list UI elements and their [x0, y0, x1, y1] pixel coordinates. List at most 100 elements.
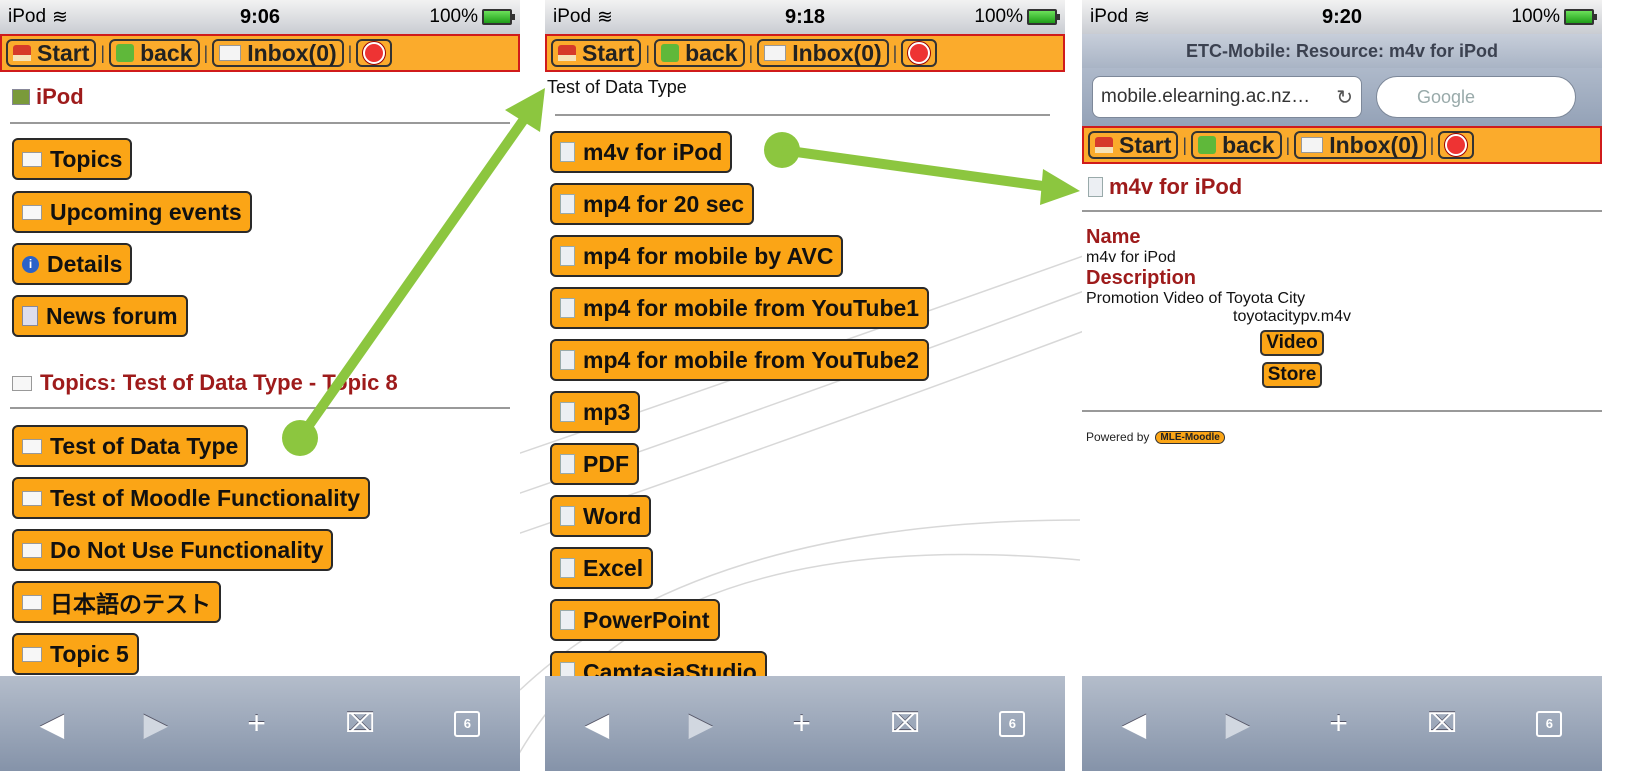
mail-icon	[219, 45, 242, 61]
status-bar: iPod ≋ 9:20 100%	[1082, 0, 1602, 34]
breadcrumb[interactable]: Test of Data Type	[545, 72, 1065, 102]
breadcrumb[interactable]: iPod	[0, 72, 520, 122]
status-bar: iPod ≋ 9:18 100%	[545, 0, 1065, 34]
carrier-label: iPod	[8, 6, 47, 27]
topic-button-test-of-data-type[interactable]: Test of Data Type	[12, 425, 249, 467]
resource-mp4-20-sec[interactable]: mp4 for 20 sec	[550, 183, 755, 225]
file-icon	[560, 350, 575, 370]
start-button[interactable]: Start	[551, 39, 642, 67]
file-icon	[560, 402, 575, 422]
mle-moodle-link[interactable]: MLE-Moodle	[1155, 430, 1225, 444]
add-bookmark-icon[interactable]: +	[247, 705, 266, 742]
folder-icon	[22, 542, 42, 558]
carrier-label: iPod	[553, 6, 592, 27]
resource-word[interactable]: Word	[550, 495, 652, 537]
resource-mp4-youtube2[interactable]: mp4 for mobile from YouTube2	[550, 339, 930, 381]
reload-icon[interactable]: ↻	[1336, 85, 1353, 110]
tabs-icon[interactable]: 6	[1536, 710, 1563, 737]
back-button[interactable]: back	[654, 39, 745, 67]
menu-upcoming-events-button[interactable]: Upcoming events	[12, 191, 252, 233]
divider	[555, 114, 1050, 116]
resource-m4v-for-ipod[interactable]: m4v for iPod	[550, 131, 733, 173]
menu-topics-button[interactable]: Topics	[12, 138, 133, 180]
browser-page-title: ETC-Mobile: Resource: m4v for iPod	[1082, 34, 1602, 68]
logout-button[interactable]	[901, 39, 938, 67]
logout-button[interactable]	[356, 39, 393, 67]
back-arrow-icon[interactable]: ◀	[1122, 705, 1147, 743]
footer: Powered by MLE-Moodle	[1082, 430, 1602, 444]
resource-powerpoint[interactable]: PowerPoint	[550, 599, 720, 641]
section-icon	[12, 375, 32, 391]
inbox-button[interactable]: Inbox(0)	[212, 39, 344, 67]
topic-button-do-not-use-functionality[interactable]: Do Not Use Functionality	[12, 529, 334, 571]
divider	[10, 407, 510, 409]
battery-percent: 100%	[974, 6, 1023, 27]
resource-mp4-youtube1[interactable]: mp4 for mobile from YouTube1	[550, 287, 930, 329]
folder-icon	[22, 594, 42, 610]
file-icon	[560, 194, 575, 214]
carrier-label: iPod	[1090, 6, 1129, 27]
url-field[interactable]: mobile.elearning.ac.nz… ↻	[1092, 76, 1362, 118]
add-bookmark-icon[interactable]: +	[1329, 705, 1348, 742]
topic-button-topic-5[interactable]: Topic 5	[12, 633, 139, 675]
tabs-icon[interactable]: 6	[454, 710, 481, 737]
forward-arrow-icon[interactable]: ▶	[1225, 705, 1250, 743]
status-bar: iPod ≋ 9:06 100%	[0, 0, 520, 34]
back-button[interactable]: back	[1191, 131, 1282, 159]
inbox-button[interactable]: Inbox(0)	[757, 39, 889, 67]
wifi-icon: ≋	[597, 6, 613, 28]
file-icon	[560, 558, 575, 578]
power-icon	[363, 42, 386, 64]
store-button[interactable]: Store	[1261, 362, 1323, 388]
battery-percent: 100%	[1511, 6, 1560, 27]
forward-arrow-icon[interactable]: ▶	[143, 705, 168, 743]
inbox-button[interactable]: Inbox(0)	[1294, 131, 1426, 159]
logout-button[interactable]	[1438, 131, 1475, 159]
calendar-icon	[22, 204, 42, 220]
section-title: Topics: Test of Data Type - Topic 8	[12, 370, 398, 396]
news-icon	[22, 306, 38, 326]
mail-icon	[764, 45, 787, 61]
forward-arrow-icon[interactable]: ▶	[688, 705, 713, 743]
resource-mp3[interactable]: mp3	[550, 391, 641, 433]
back-arrow-icon	[116, 44, 135, 62]
menu-details-button[interactable]: i Details	[12, 243, 133, 285]
file-icon	[560, 610, 575, 630]
divider	[1082, 410, 1602, 412]
breadcrumb[interactable]: m4v for iPod	[1082, 164, 1602, 210]
back-arrow-icon[interactable]: ◀	[40, 705, 65, 743]
add-bookmark-icon[interactable]: +	[792, 705, 811, 742]
topic-button-test-of-moodle-functionality[interactable]: Test of Moodle Functionality	[12, 477, 371, 519]
phone-screen-resources: iPod ≋ 9:18 100% Start | back | Inbox(0) …	[545, 0, 1065, 771]
name-label: Name	[1086, 226, 1141, 248]
home-icon	[558, 45, 576, 61]
resource-mp4-mobile-avc[interactable]: mp4 for mobile by AVC	[550, 235, 844, 277]
bookmarks-book-icon[interactable]: ⌧	[1427, 708, 1457, 739]
back-button[interactable]: back	[109, 39, 200, 67]
file-icon	[560, 454, 575, 474]
menu-news-forum-button[interactable]: News forum	[12, 295, 188, 337]
bookmarks-book-icon[interactable]: ⌧	[345, 708, 375, 739]
address-bar-row: mobile.elearning.ac.nz… ↻ Google	[1082, 68, 1602, 126]
back-arrow-icon	[661, 44, 680, 62]
description-label: Description	[1086, 267, 1197, 289]
bookmarks-book-icon[interactable]: ⌧	[890, 708, 920, 739]
name-value: m4v for iPod	[1086, 249, 1176, 266]
power-icon	[908, 42, 931, 64]
info-icon: i	[22, 255, 39, 273]
start-button[interactable]: Start	[1088, 131, 1179, 159]
mail-icon	[1301, 137, 1324, 153]
file-icon	[560, 142, 575, 162]
safari-toolbar: ◀ ▶ + ⌧ 6	[1082, 676, 1602, 771]
video-button[interactable]: Video	[1260, 330, 1324, 356]
safari-toolbar: ◀ ▶ + ⌧ 6	[0, 676, 520, 771]
battery-icon	[482, 9, 515, 25]
home-icon	[13, 45, 31, 61]
resource-pdf[interactable]: PDF	[550, 443, 639, 485]
search-field[interactable]: Google	[1376, 76, 1576, 118]
start-button[interactable]: Start	[6, 39, 97, 67]
topic-button-japanese-test[interactable]: 日本語のテスト	[12, 581, 221, 623]
tabs-icon[interactable]: 6	[999, 710, 1026, 737]
resource-excel[interactable]: Excel	[550, 547, 654, 589]
back-arrow-icon[interactable]: ◀	[585, 705, 610, 743]
